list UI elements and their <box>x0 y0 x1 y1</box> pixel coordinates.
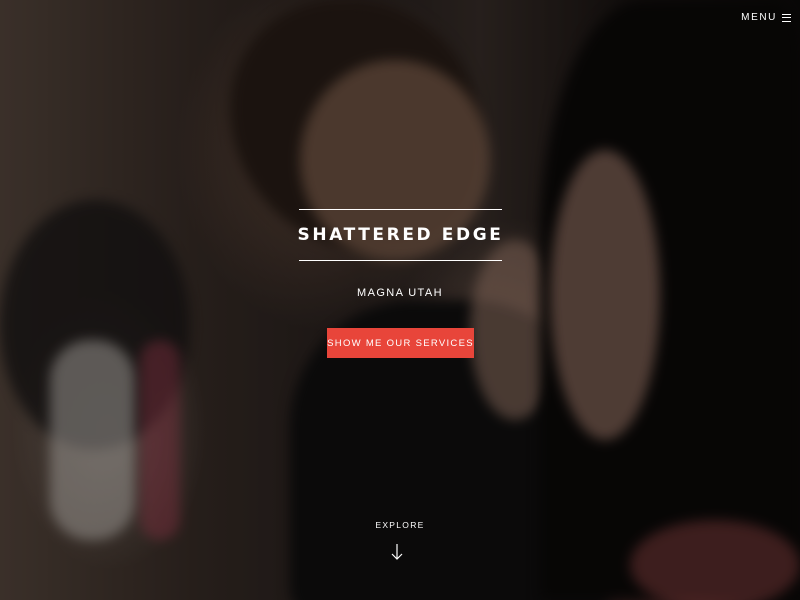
menu-button[interactable]: MENU <box>741 12 791 23</box>
hero-subtitle: MAGNA UTAH <box>357 287 443 299</box>
hero-section: MENU SHATTERED EDGE MAGNA UTAH SHOW ME O… <box>0 0 800 600</box>
show-services-button[interactable]: SHOW ME OUR SERVICES <box>327 328 474 358</box>
hero-title-block: SHATTERED EDGE <box>297 209 504 261</box>
explore-link[interactable]: EXPLORE <box>0 520 800 530</box>
arrow-down-icon[interactable] <box>390 543 404 561</box>
hero-overlay <box>0 0 800 600</box>
menu-label: MENU <box>741 12 777 23</box>
hamburger-icon <box>782 13 791 22</box>
page-title: SHATTERED EDGE <box>297 225 504 245</box>
